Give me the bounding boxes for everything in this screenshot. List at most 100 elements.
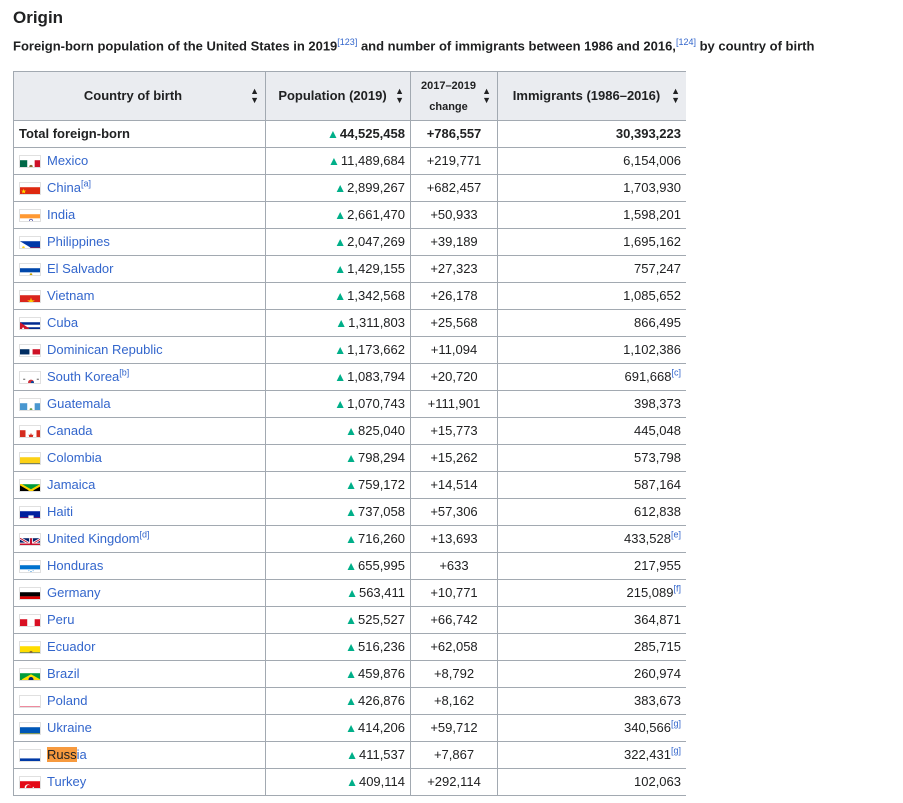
country-link-rest[interactable]: ia (77, 747, 87, 762)
ecuador-flag-icon[interactable] (19, 641, 41, 655)
caption-ref-1[interactable]: [123] (337, 37, 357, 47)
russia-flag-icon[interactable] (19, 749, 41, 763)
sort-icon[interactable]: ▲ ▼ (482, 87, 491, 105)
column-header-country[interactable]: Country of birth ▲ ▼ (13, 71, 266, 121)
immigrants-value: 433,528 (623, 531, 671, 546)
vietnam-flag-icon[interactable] (19, 290, 41, 304)
southkorea-flag-icon[interactable] (19, 371, 41, 385)
population-cell: ▲737,058 (265, 498, 411, 526)
footnote-ref[interactable]: [c] (671, 368, 681, 378)
country-link[interactable]: El Salvador (47, 261, 113, 276)
sort-icon[interactable]: ▲ ▼ (250, 87, 259, 105)
haiti-flag-icon[interactable] (19, 506, 41, 520)
population-value: 1,070,743 (347, 396, 405, 411)
sort-icon[interactable]: ▲ ▼ (395, 87, 404, 105)
elsalvador-flag-icon[interactable] (19, 263, 41, 277)
country-link[interactable]: Guatemala (47, 396, 111, 411)
country-link[interactable]: Ecuador (47, 639, 95, 654)
country-link[interactable]: Canada (47, 423, 93, 438)
country-link[interactable]: Turkey (47, 774, 86, 789)
cuba-flag-icon[interactable] (19, 317, 41, 331)
country-link[interactable]: Honduras (47, 558, 103, 573)
column-header-population[interactable]: Population (2019) ▲ ▼ (265, 71, 411, 121)
country-link[interactable]: Vietnam (47, 288, 94, 303)
footnote-ref[interactable]: [a] (81, 179, 91, 189)
population-value: 11,489,684 (340, 153, 405, 168)
dominican-flag-icon[interactable] (19, 344, 41, 358)
table-row: Vietnam ▲1,342,568 +26,178 1,085,652 (13, 282, 686, 310)
honduras-flag-icon[interactable] (19, 560, 41, 574)
immigrants-value: 102,063 (634, 774, 681, 789)
triangle-up-icon: ▲ (345, 424, 357, 438)
change-cell: +66,742 (410, 606, 498, 634)
country-label: Total foreign-born (19, 126, 130, 141)
immigrants-cell: 1,703,930 (497, 174, 686, 202)
peru-flag-icon[interactable] (19, 614, 41, 628)
country-cell: Honduras (13, 552, 266, 580)
table-row: Canada ▲825,040 +15,773 445,048 (13, 417, 686, 445)
turkey-flag-icon[interactable] (19, 776, 41, 790)
population-cell: ▲759,172 (265, 471, 411, 499)
immigrants-value: 1,085,652 (623, 288, 681, 303)
country-link[interactable]: Peru (47, 612, 74, 627)
caption-ref-2[interactable]: [124] (676, 37, 696, 47)
brazil-flag-icon[interactable] (19, 668, 41, 682)
footnote-ref[interactable]: [g] (671, 746, 681, 756)
population-value: 759,172 (358, 477, 405, 492)
germany-flag-icon[interactable] (19, 587, 41, 601)
country-link[interactable]: Ukraine (47, 720, 92, 735)
mexico-flag-icon[interactable] (19, 155, 41, 169)
canada-flag-icon[interactable] (19, 425, 41, 439)
poland-flag-icon[interactable] (19, 695, 41, 709)
change-cell: +292,114 (410, 768, 498, 796)
footnote-ref[interactable]: [f] (673, 584, 681, 594)
triangle-up-icon: ▲ (345, 613, 357, 627)
country-link[interactable]: Mexico (47, 153, 88, 168)
country-link[interactable]: United Kingdom (47, 531, 140, 546)
triangle-up-icon: ▲ (334, 208, 347, 222)
immigrants-value: 445,048 (634, 423, 681, 438)
immigrants-value: 215,089 (626, 585, 674, 600)
population-cell: ▲825,040 (265, 417, 411, 445)
immigrants-cell: 587,164 (497, 471, 686, 499)
column-header-change[interactable]: 2017–2019 change ▲ ▼ (410, 71, 498, 121)
footnote-ref[interactable]: [d] (140, 530, 150, 540)
sort-icon[interactable]: ▲ ▼ (671, 87, 680, 105)
country-link[interactable]: Dominican Republic (47, 342, 163, 357)
triangle-up-icon: ▲ (345, 451, 357, 465)
highlighted-text[interactable]: Russ (47, 747, 77, 762)
footnote-ref[interactable]: [e] (671, 530, 681, 540)
country-link[interactable]: South Korea (47, 369, 119, 384)
country-link[interactable]: India (47, 207, 75, 222)
footnote-ref[interactable]: [g] (671, 719, 681, 729)
country-link[interactable]: Jamaica (47, 477, 95, 492)
triangle-up-icon: ▲ (334, 262, 347, 276)
china-flag-icon[interactable] (19, 182, 41, 196)
country-link[interactable]: Russia (47, 747, 87, 762)
country-link[interactable]: Brazil (47, 666, 80, 681)
immigrants-cell: 340,566[g] (497, 714, 686, 742)
uk-flag-icon[interactable] (19, 533, 41, 547)
country-link[interactable]: Philippines (47, 234, 110, 249)
table-row: Dominican Republic ▲1,173,662 +11,094 1,102… (13, 336, 686, 364)
change-cell: +219,771 (410, 147, 498, 175)
ukraine-flag-icon[interactable] (19, 722, 41, 736)
country-link[interactable]: Cuba (47, 315, 78, 330)
jamaica-flag-icon[interactable] (19, 479, 41, 493)
colombia-flag-icon[interactable] (19, 452, 41, 466)
triangle-up-icon: ▲ (334, 289, 347, 303)
country-link[interactable]: China (47, 180, 81, 195)
country-link[interactable]: Haiti (47, 504, 73, 519)
footnote-ref[interactable]: [b] (119, 368, 129, 378)
total-row: Total foreign-born ▲44,525,458 +786,557 30,… (13, 120, 686, 148)
country-link[interactable]: Poland (47, 693, 87, 708)
philippines-flag-icon[interactable] (19, 236, 41, 250)
country-link[interactable]: Colombia (47, 450, 102, 465)
india-flag-icon[interactable] (19, 209, 41, 223)
immigrants-value: 364,871 (634, 612, 681, 627)
population-cell: ▲11,489,684 (265, 147, 411, 175)
immigrants-value: 1,703,930 (623, 180, 681, 195)
guatemala-flag-icon[interactable] (19, 398, 41, 412)
country-link[interactable]: Germany (47, 585, 100, 600)
column-header-immigrants[interactable]: Immigrants (1986–2016) ▲ ▼ (497, 71, 686, 121)
